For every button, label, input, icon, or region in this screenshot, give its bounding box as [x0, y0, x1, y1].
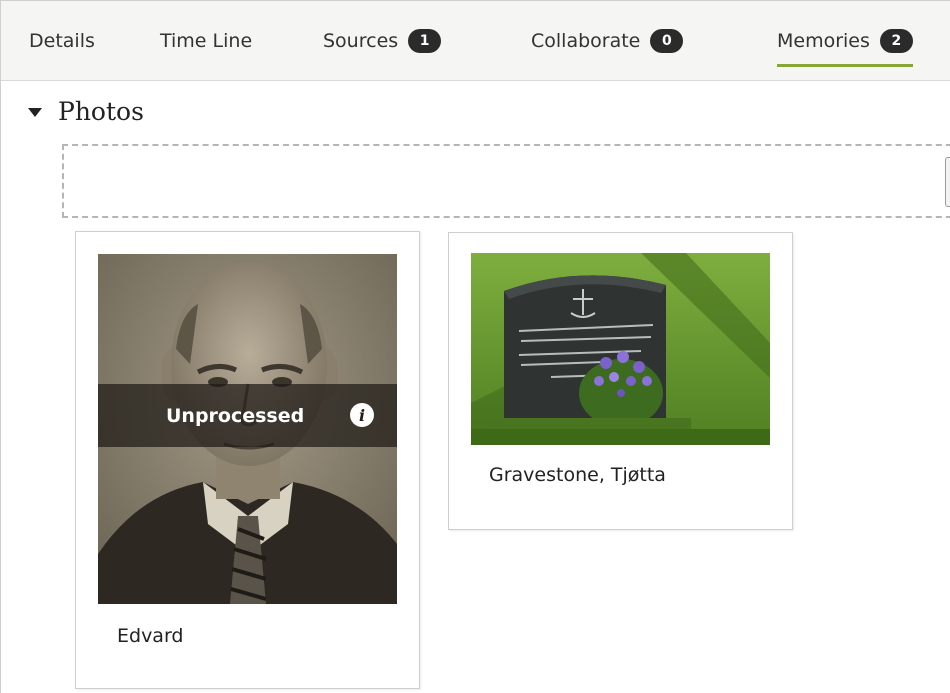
tab-time-line[interactable]: Time Line	[160, 1, 252, 80]
photo-drop-zone[interactable]	[62, 144, 950, 218]
tab-sources[interactable]: Sources 1	[323, 1, 442, 80]
tab-label: Sources	[323, 29, 399, 52]
status-label: Unprocessed	[166, 404, 305, 427]
gravestone-photo[interactable]	[471, 253, 770, 445]
photo-caption: Edvard	[117, 625, 184, 647]
photo-card-edvard[interactable]: Unprocessed i Edvard	[75, 231, 420, 689]
count-badge: 2	[879, 28, 913, 53]
tab-memories[interactable]: Memories 2	[777, 1, 913, 80]
gravestone-image	[471, 253, 770, 445]
photos-section-toggle[interactable]: Photos	[28, 93, 144, 129]
portrait-photo[interactable]: Unprocessed i	[98, 254, 397, 604]
tab-label: Collaborate	[531, 29, 641, 52]
tab-label: Details	[29, 29, 95, 52]
tab-bar: Details Time Line Sources 1 Collaborate …	[1, 1, 950, 81]
tab-label: Time Line	[160, 29, 253, 52]
photo-caption: Gravestone, Tjøtta	[489, 464, 666, 486]
info-icon[interactable]: i	[350, 403, 374, 427]
status-overlay: Unprocessed i	[98, 384, 397, 447]
tab-label: Memories	[777, 29, 870, 52]
tab-collaborate[interactable]: Collaborate 0	[531, 1, 684, 80]
count-badge: 0	[650, 28, 684, 53]
upload-button-edge[interactable]	[945, 157, 950, 207]
memories-panel: Details Time Line Sources 1 Collaborate …	[0, 0, 950, 693]
section-title: Photos	[58, 96, 144, 126]
count-badge: 1	[408, 28, 442, 53]
tab-details[interactable]: Details	[29, 1, 95, 80]
photo-card-gravestone[interactable]: Gravestone, Tjøtta	[448, 232, 793, 530]
caret-down-icon	[28, 107, 42, 117]
